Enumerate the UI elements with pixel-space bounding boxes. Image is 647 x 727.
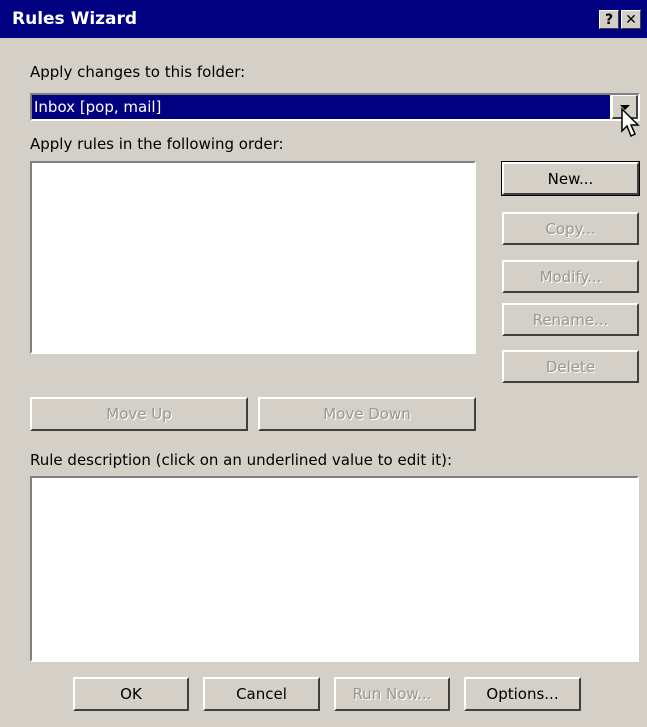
title-bar[interactable]: Rules Wizard ? ✕ bbox=[0, 0, 647, 38]
rule-description-label: Rule description (click on an underlined… bbox=[30, 451, 453, 469]
help-button[interactable]: ? bbox=[599, 10, 619, 29]
ok-button[interactable]: OK bbox=[73, 677, 189, 711]
folder-label: Apply changes to this folder: bbox=[30, 63, 246, 81]
rename-rule-button[interactable]: Rename... bbox=[502, 303, 639, 336]
modify-rule-button[interactable]: Modify... bbox=[502, 260, 639, 293]
options-button[interactable]: Options... bbox=[464, 677, 581, 711]
move-up-button[interactable]: Move Up bbox=[30, 397, 248, 431]
copy-rule-button[interactable]: Copy... bbox=[502, 212, 639, 245]
rules-list-label: Apply rules in the following order: bbox=[30, 135, 284, 153]
move-down-button[interactable]: Move Down bbox=[258, 397, 476, 431]
run-now-button[interactable]: Run Now... bbox=[334, 677, 450, 711]
delete-rule-button[interactable]: Delete bbox=[502, 350, 639, 383]
rules-list[interactable] bbox=[30, 161, 476, 354]
folder-dropdown[interactable]: Inbox [pop, mail] bbox=[30, 93, 640, 121]
mouse-cursor-icon bbox=[621, 107, 640, 138]
window-title: Rules Wizard bbox=[12, 9, 138, 29]
cancel-button[interactable]: Cancel bbox=[203, 677, 320, 711]
close-button[interactable]: ✕ bbox=[621, 10, 641, 29]
new-rule-button[interactable]: New... bbox=[501, 161, 640, 196]
rule-description-box[interactable] bbox=[30, 476, 639, 662]
folder-dropdown-value[interactable]: Inbox [pop, mail] bbox=[32, 95, 610, 119]
